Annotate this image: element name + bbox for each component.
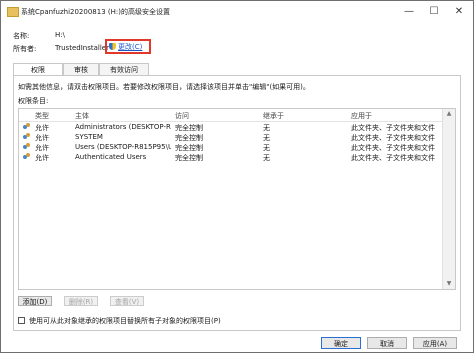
change-owner-link[interactable]: 更改(C)	[118, 42, 142, 52]
entry-principal: Users (DESKTOP-R815P95\Users)	[75, 143, 171, 151]
entry-applies-to: 此文件夹、子文件夹和文件	[351, 154, 435, 162]
replace-permissions-checkbox[interactable]	[18, 317, 25, 324]
table-row[interactable]: 允许 SYSTEM 完全控制 无 此文件夹、子文件夹和文件	[19, 132, 443, 142]
users-icon	[23, 143, 31, 151]
column-header-inherited[interactable]: 继承于	[263, 111, 284, 121]
scroll-up-icon[interactable]: ▲	[443, 109, 455, 119]
add-button[interactable]: 添加(D)	[18, 296, 52, 306]
table-row[interactable]: 允许 Administrators (DESKTOP-R815P... 完全控制…	[19, 122, 443, 132]
entry-access: 完全控制	[175, 154, 203, 162]
entry-principal: Authenticated Users	[75, 153, 147, 161]
permission-entries-list[interactable]: 类型 主体 访问 继承于 应用于 允许 Administrators (DESK…	[18, 108, 456, 290]
vertical-scrollbar[interactable]: ▲ ▼	[442, 109, 455, 289]
entry-inherited: 无	[263, 154, 270, 162]
close-button[interactable]: ✕	[447, 1, 471, 23]
name-label: 名称:	[13, 32, 30, 40]
column-header-type[interactable]: 类型	[35, 111, 49, 121]
users-icon	[23, 153, 31, 161]
entry-type: 允许	[35, 154, 49, 162]
entries-label: 权限条目:	[18, 97, 49, 105]
table-row[interactable]: 允许 Authenticated Users 完全控制 无 此文件夹、子文件夹和…	[19, 152, 443, 162]
owner-value: TrustedInstaller	[55, 44, 109, 52]
tab-effective-access[interactable]: 有效访问	[99, 63, 149, 75]
users-icon	[23, 133, 31, 141]
users-icon	[23, 123, 31, 131]
entry-principal: Administrators (DESKTOP-R815P...	[75, 123, 171, 131]
permissions-panel: 如需其他信息，请双击权限项目。若要修改权限项目，请选择该项目并单击"编辑"(如果…	[13, 75, 461, 331]
column-header-access[interactable]: 访问	[175, 111, 189, 121]
entry-principal: SYSTEM	[75, 133, 103, 141]
title-bar[interactable]: 系统Cpanfuzhi20200813 (H:)的高级安全设置 — ☐ ✕	[1, 1, 473, 23]
info-text: 如需其他信息，请双击权限项目。若要修改权限项目，请选择该项目并单击"编辑"(如果…	[18, 83, 310, 91]
owner-label: 所有者:	[13, 45, 37, 53]
folder-icon	[7, 7, 19, 17]
advanced-security-dialog: 系统Cpanfuzhi20200813 (H:)的高级安全设置 — ☐ ✕ 名称…	[0, 0, 474, 353]
column-header-applies-to[interactable]: 应用于	[351, 111, 372, 121]
scroll-down-icon[interactable]: ▼	[443, 279, 455, 289]
remove-button[interactable]: 删除(R)	[64, 296, 98, 306]
name-value: H:\	[55, 31, 65, 39]
replace-permissions-label[interactable]: 使用可从此对象继承的权限项目替换所有子对象的权限项目(P)	[29, 316, 221, 326]
table-row[interactable]: 允许 Users (DESKTOP-R815P95\Users) 完全控制 无 …	[19, 142, 443, 152]
cancel-button[interactable]: 取消	[367, 337, 407, 349]
tab-auditing[interactable]: 审核	[63, 63, 99, 75]
uac-shield-icon	[109, 43, 116, 50]
list-header: 类型 主体 访问 继承于 应用于	[19, 109, 443, 122]
window-title: 系统Cpanfuzhi20200813 (H:)的高级安全设置	[21, 8, 170, 16]
dialog-content: 名称: H:\ 所有者: TrustedInstaller 更改(C) 权限 审…	[1, 23, 473, 352]
minimize-button[interactable]: —	[397, 1, 421, 23]
column-header-principal[interactable]: 主体	[75, 111, 89, 121]
apply-button[interactable]: 应用(A)	[413, 337, 457, 349]
ok-button[interactable]: 确定	[321, 337, 361, 349]
maximize-button[interactable]: ☐	[422, 1, 446, 23]
view-button[interactable]: 查看(V)	[110, 296, 144, 306]
